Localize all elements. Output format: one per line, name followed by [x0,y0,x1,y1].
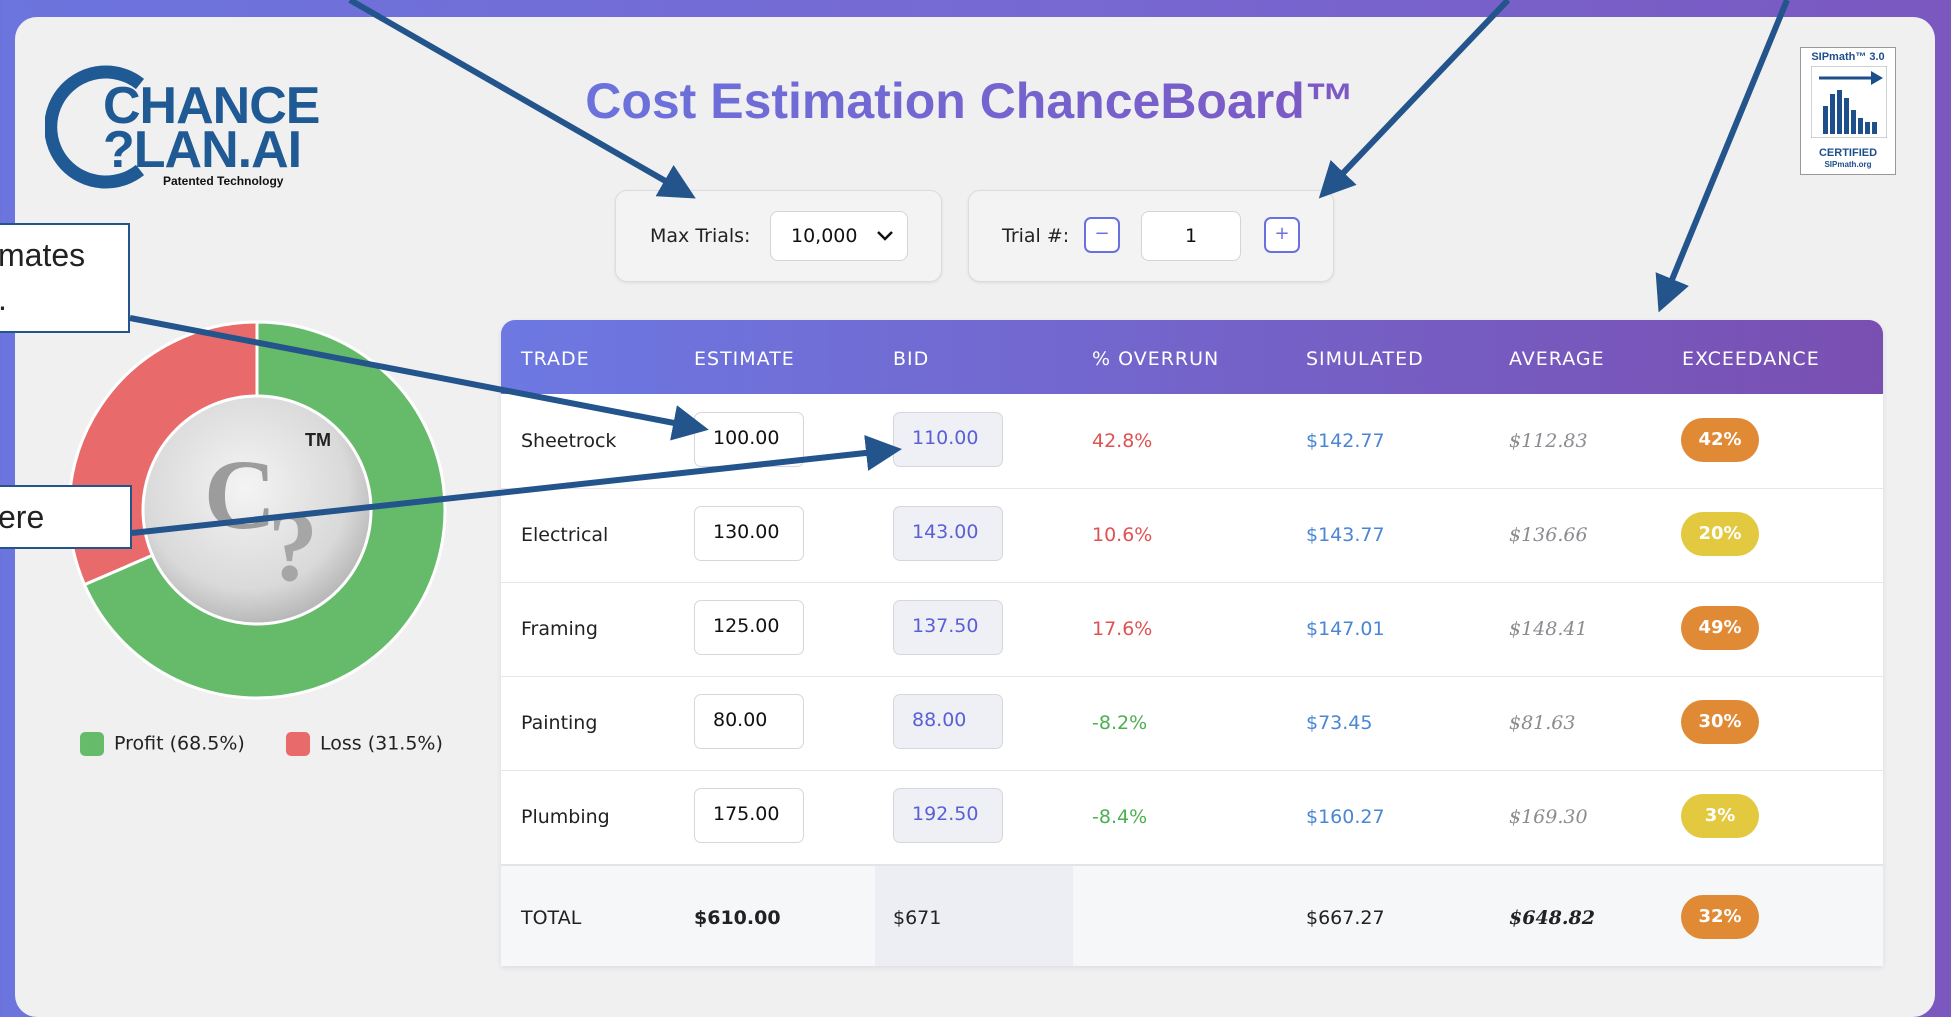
arrow-to-estimate [129,315,709,441]
annotation-arrows [129,0,1790,536]
arrow-to-max-trials [348,0,696,199]
arrow-to-exceedance [1655,0,1790,313]
arrow-to-bid [131,435,902,536]
arrow-to-trial-number [1318,0,1511,199]
